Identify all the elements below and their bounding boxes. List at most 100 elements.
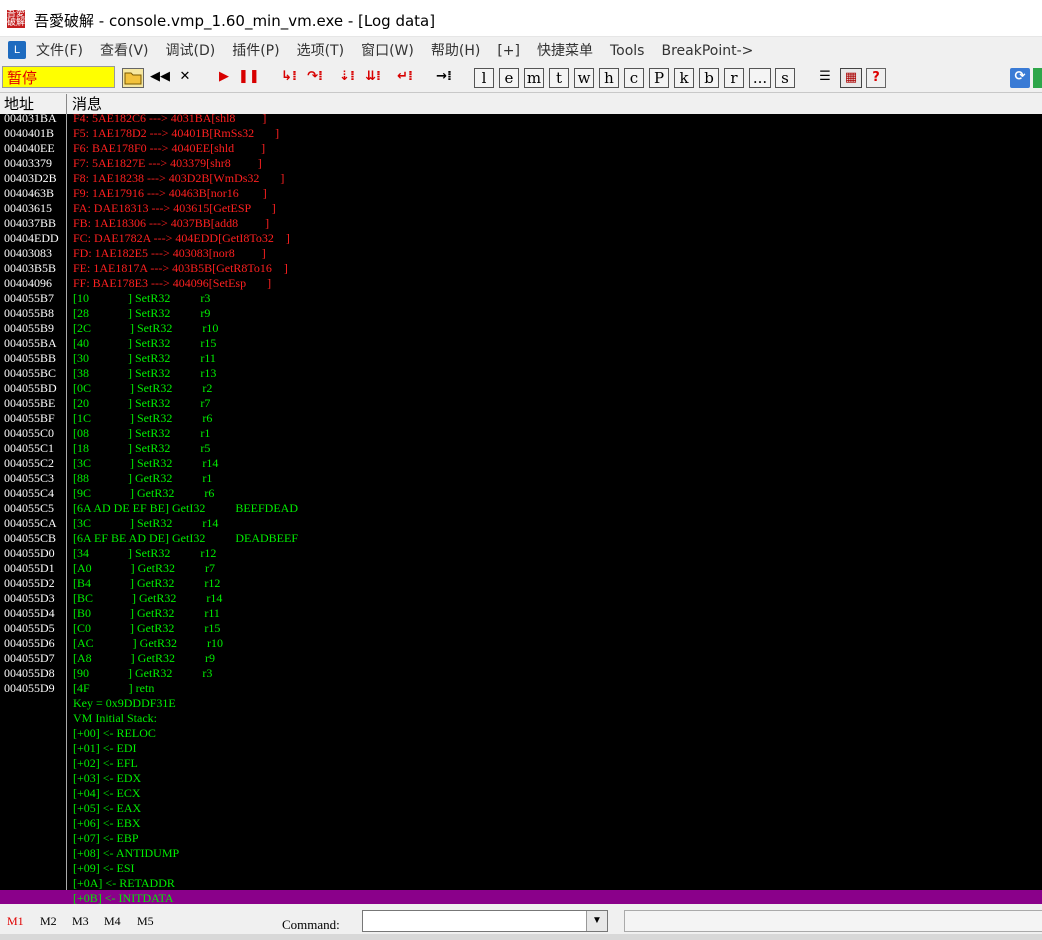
command-input[interactable]: ▼ [362,910,608,932]
log-message: [90 ] GetR32 r3 [73,666,213,680]
log-address: 004031BA [4,114,57,125]
source-button[interactable]: s [775,68,795,88]
log-address: 004055C4 [4,486,55,500]
run-icon[interactable]: ▶ [214,68,234,88]
tab-m2[interactable]: M2 [40,914,57,929]
menu-item[interactable]: 窗口(W) [361,41,422,61]
menu-app-icon[interactable]: L [8,41,26,59]
log-message: Key = 0x9DDDF31E [73,696,176,710]
menu-item[interactable]: 调试(D) [166,41,224,61]
windows-button[interactable]: w [574,68,594,88]
pause-icon[interactable]: ❚❚ [238,68,260,88]
log-message: FE: 1AE1817A ---> 403B5B[GetR8To16 ] [73,261,288,275]
menu-item[interactable]: 帮助(H) [431,41,488,61]
log-message: [AC ] GetR32 r10 [73,636,223,650]
menu-item[interactable]: 插件(P) [232,41,287,61]
step-into-icon[interactable]: ↳⁞ [278,68,300,88]
threads-button[interactable]: t [549,68,569,88]
tab-m3[interactable]: M3 [72,914,89,929]
menu-item[interactable]: 查看(V) [100,41,157,61]
handles-button[interactable]: h [599,68,619,88]
step-over-icon[interactable]: ↷⁞ [304,68,326,88]
close-icon[interactable]: ✕ [174,68,196,88]
log-address: 00403083 [4,246,52,260]
log-message: [+09] <- ESI [73,861,135,875]
horizontal-scrollbar[interactable] [0,934,1042,940]
chevron-down-icon[interactable]: ▼ [586,911,607,931]
breakpoints-button[interactable]: b [699,68,719,88]
address-column-header[interactable]: 地址 [0,94,67,114]
log-address: 004055CB [4,531,57,545]
log-address: 004055D8 [4,666,55,680]
log-message: [4F ] retn [73,681,155,695]
log-message: [+03] <- EDX [73,771,142,785]
tab-m4[interactable]: M4 [104,914,121,929]
title-bar: 吾愛 破解 吾愛破解 - console.vmp_1.60_min_vm.exe … [0,0,1042,37]
patches-button[interactable]: P [649,68,669,88]
log-message: [3C ] SetR32 r14 [73,516,219,530]
log-address: 0040401B [4,126,55,140]
message-column-header[interactable]: 消息 [70,94,102,114]
log-address: 00404EDD [4,231,59,245]
log-message: [9C ] GetR32 r6 [73,486,215,500]
log-message: FF: BAE178E3 ---> 404096[SetEsp ] [73,276,272,290]
menu-item[interactable]: BreakPoint-> [661,41,761,61]
log-message: [C0 ] GetR32 r15 [73,621,221,635]
log-address: 004055D1 [4,561,55,575]
references-button[interactable]: r [724,68,744,88]
log-address: 004055B8 [4,306,55,320]
list-icon[interactable]: ☰ [814,68,836,88]
log-message: F5: 1AE178D2 ---> 40401B[RmSs32 ] [73,126,280,140]
trace-into-icon[interactable]: ⇣⁞ [336,68,358,88]
menu-item[interactable]: [+] [497,41,528,61]
memory-map-button[interactable]: m [524,68,544,88]
log-window-button[interactable]: l [474,68,494,88]
status-indicator: 暂停 [2,66,115,88]
cpu-button[interactable]: c [624,68,644,88]
log-address: 00403615 [4,201,52,215]
log-address: 004040EE [4,141,55,155]
log-address: 004055C1 [4,441,55,455]
execute-till-return-icon[interactable]: ↵⁞ [394,68,416,88]
log-message: VM Initial Stack: [73,711,157,725]
run-trace-button[interactable]: ... [749,68,771,88]
log-message: F7: 5AE1827E ---> 403379[shr8 ] [73,156,262,170]
log-message: [+00] <- RELOC [73,726,156,740]
executable-modules-button[interactable]: e [499,68,519,88]
menu-item[interactable]: Tools [610,41,653,61]
log-address: 004055C3 [4,471,55,485]
log-message: [+02] <- EFL [73,756,138,770]
log-address: 004055D6 [4,636,55,650]
log-address: 00403379 [4,156,52,170]
trace-over-icon[interactable]: ⇊⁞ [362,68,384,88]
log-address: 0040463B [4,186,55,200]
tab-m5[interactable]: M5 [137,914,154,929]
log-message: [2C ] SetR32 r10 [73,321,219,335]
refresh-icon[interactable]: ⟳ [1010,68,1030,88]
log-message: [38 ] SetR32 r13 [73,366,217,380]
log-address: 004055BE [4,396,56,410]
command-label: Command: [282,917,340,932]
log-address: 004055C2 [4,456,55,470]
settings-grid-icon[interactable]: ▦ [840,68,862,88]
open-folder-icon[interactable] [122,68,144,88]
log-address: 004055C5 [4,501,55,515]
log-header: 地址 消息 [0,94,1042,114]
menu-item[interactable]: 文件(F) [36,41,91,61]
log-window[interactable]: 004031BA F4: 5AE182C6 ---> 4031BA[shl8 ] 0… [0,114,1042,904]
log-message: [A0 ] GetR32 r7 [73,561,215,575]
log-message: [B0 ] GetR32 r11 [73,606,220,620]
log-message: FB: 1AE18306 ---> 4037BB[add8 ] [73,216,270,230]
log-message: [6A AD DE EF BE] GetI32 BEEFDEAD [73,501,298,515]
call-stack-button[interactable]: k [674,68,694,88]
go-to-icon[interactable]: →⁞ [432,68,456,88]
menu-item[interactable]: 选项(T) [297,41,352,61]
menu-item[interactable]: 快捷菜单 [537,41,601,61]
rewind-icon[interactable]: ◀◀ [148,68,172,88]
tab-m1[interactable]: M1 [7,914,24,929]
plugin-icon[interactable] [1033,68,1042,88]
help-icon[interactable]: ? [866,68,886,88]
app-logo-icon: 吾愛 破解 [7,9,26,28]
log-message: [40 ] SetR32 r15 [73,336,217,350]
log-message: F4: 5AE182C6 ---> 4031BA[shl8 ] [73,114,267,125]
